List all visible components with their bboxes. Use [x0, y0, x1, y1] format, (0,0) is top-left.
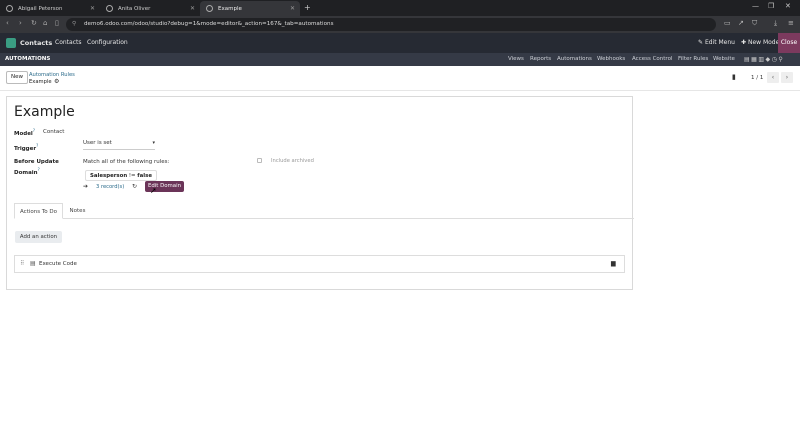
pager-value[interactable]: 1 / 1: [751, 75, 763, 81]
menu-contacts[interactable]: Contacts: [55, 33, 81, 53]
url-input[interactable]: ⚲ demo6.odoo.com/odoo/studio?debug=1&mod…: [66, 18, 716, 31]
odoo-navbar: Contacts Contacts Configuration ✎ Edit M…: [0, 33, 800, 53]
help-tooltip-icon: ?: [32, 128, 35, 133]
trigger-label: Trigger?: [14, 143, 39, 152]
action-name: Execute Code: [39, 261, 77, 267]
new-tab-icon[interactable]: +: [304, 3, 311, 12]
edit-menu-button[interactable]: ✎ Edit Menu: [698, 33, 735, 53]
pencil-icon: ✎: [698, 39, 704, 46]
menu-configuration[interactable]: Configuration: [87, 33, 128, 53]
tab-favicon-icon: [106, 5, 113, 12]
close-tab-icon[interactable]: ✕: [290, 5, 295, 12]
domain-label: Domain?: [14, 167, 40, 176]
studio-toolbar: AUTOMATIONS Views Reports Automations We…: [0, 53, 800, 66]
rule-field: Salesperson: [90, 173, 128, 179]
list-item[interactable]: ⠿ ▤ Execute Code ▆: [14, 255, 625, 273]
new-button[interactable]: New: [6, 71, 28, 84]
model-label: Model?: [14, 128, 35, 137]
share-icon[interactable]: ↗: [738, 19, 744, 27]
breadcrumb-automation-rules[interactable]: Automation Rules: [29, 72, 75, 78]
trigger-value: User is set: [83, 140, 112, 146]
domain-rule-chip[interactable]: Salesperson != false: [85, 170, 157, 181]
view-switcher-icons[interactable]: ▤▦▥◆◷⚲: [744, 56, 784, 63]
studio-reports[interactable]: Reports: [530, 53, 551, 66]
rule-operator: !=: [128, 173, 136, 179]
edit-menu-label: Edit Menu: [704, 39, 735, 46]
pager-prev-icon[interactable]: ‹: [767, 72, 779, 83]
new-model-label: New Model: [747, 39, 781, 46]
studio-webhooks[interactable]: Webhooks: [597, 53, 625, 66]
trash-icon[interactable]: ▆: [611, 260, 616, 267]
app-name[interactable]: Contacts: [20, 33, 52, 53]
browser-tab[interactable]: Anita Oliver ✕: [100, 1, 200, 16]
file-code-icon: ▤: [30, 260, 36, 267]
contacts-app-icon[interactable]: [6, 38, 16, 48]
home-icon[interactable]: ⌂: [43, 19, 47, 27]
rule-value: false: [137, 173, 152, 179]
add-action-button[interactable]: Add an action: [15, 231, 62, 243]
include-archived-label: Include archived: [271, 158, 314, 164]
minimize-icon[interactable]: —: [752, 2, 759, 10]
tab-label: Example: [218, 5, 242, 12]
include-archived-checkbox[interactable]: [257, 158, 262, 163]
notebook-tabs: Actions To Do Notes: [14, 201, 634, 219]
studio-automations[interactable]: Automations: [557, 53, 592, 66]
menu-icon[interactable]: ≡: [788, 19, 794, 27]
url-text: demo6.odoo.com/odoo/studio?debug=1&mode=…: [84, 21, 334, 27]
studio-filter-rules[interactable]: Filter Rules: [678, 53, 708, 66]
control-panel: New Automation Rules Example ⚙ ▮ 1 / 1 ‹…: [0, 66, 800, 91]
close-window-icon[interactable]: ✕: [785, 2, 791, 10]
help-tooltip-icon: ?: [36, 143, 39, 148]
gear-icon[interactable]: ⚙: [54, 78, 59, 85]
model-value: Contact: [43, 129, 65, 135]
arrow-right-icon: ➔: [83, 183, 89, 190]
clipboard-icon[interactable]: ▮: [732, 73, 736, 81]
refresh-icon[interactable]: ↻: [132, 183, 137, 190]
cast-icon[interactable]: ▭: [724, 19, 731, 27]
maximize-icon[interactable]: ❐: [768, 2, 774, 10]
new-model-button[interactable]: ✚ New Model: [741, 33, 781, 53]
before-update-label: Before Update: [14, 159, 59, 165]
close-tab-icon[interactable]: ✕: [90, 5, 95, 12]
back-icon[interactable]: ‹: [6, 19, 9, 27]
browser-tabbar: Abigail Peterson ✕ Anita Oliver ✕ Exampl…: [0, 0, 800, 16]
site-info-icon[interactable]: ⚲: [72, 18, 76, 31]
forward-icon[interactable]: ›: [19, 19, 22, 27]
breadcrumb-current: Example: [29, 79, 52, 85]
download-icon[interactable]: ⤓: [774, 19, 777, 28]
form-sheet: Example Model? Contact Trigger? User is …: [6, 96, 634, 290]
match-text: Match all of the following rules:: [83, 159, 170, 165]
tab-favicon-icon: [6, 5, 13, 12]
plus-icon: ✚: [741, 39, 747, 46]
trigger-select[interactable]: User is set ▾: [83, 140, 155, 150]
browser-address-bar: ‹ › ↻ ⌂ ▯ ⚲ demo6.odoo.com/odoo/studio?d…: [0, 16, 800, 33]
pager-next-icon[interactable]: ›: [781, 72, 793, 83]
studio-access-control[interactable]: Access Control: [632, 53, 672, 66]
studio-section-title: AUTOMATIONS: [5, 56, 51, 62]
tab-actions-to-do[interactable]: Actions To Do: [14, 203, 63, 219]
rule-name-field[interactable]: Example: [14, 104, 75, 120]
tab-label: Anita Oliver: [118, 5, 151, 12]
tab-label: Abigail Peterson: [18, 5, 63, 12]
close-tab-icon[interactable]: ✕: [190, 5, 195, 12]
close-studio-button[interactable]: Close: [778, 33, 800, 53]
records-count-link[interactable]: 3 record(s): [96, 184, 124, 190]
help-tooltip-icon: ?: [37, 167, 40, 172]
tab-favicon-icon: [206, 5, 213, 12]
studio-website[interactable]: Website: [713, 53, 735, 66]
caret-down-icon: ▾: [152, 140, 155, 146]
brave-shield-icon[interactable]: ⛉: [752, 19, 757, 28]
mouse-pointer-icon: ➚: [150, 186, 157, 195]
browser-tab[interactable]: Abigail Peterson ✕: [0, 1, 100, 16]
tab-notes[interactable]: Notes: [63, 203, 92, 219]
reload-icon[interactable]: ↻: [31, 19, 37, 27]
studio-views[interactable]: Views: [508, 53, 524, 66]
drag-handle-icon[interactable]: ⠿: [20, 260, 24, 267]
browser-tab-active[interactable]: Example ✕: [200, 1, 300, 16]
bookmark-icon[interactable]: ▯: [55, 19, 59, 27]
